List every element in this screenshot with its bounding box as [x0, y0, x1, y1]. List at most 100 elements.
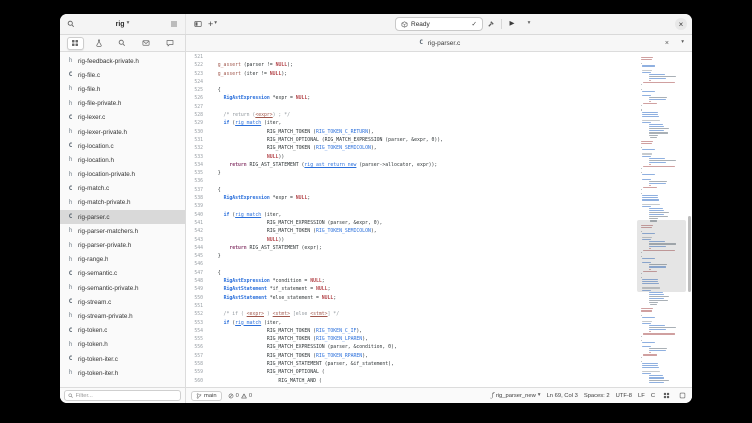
files-panel-button[interactable]: [67, 37, 84, 50]
file-row[interactable]: hrig-file.h: [60, 82, 185, 96]
indent-setting-button[interactable]: Spaces: 2: [584, 393, 610, 399]
file-row[interactable]: hrig-semantic-private.h: [60, 281, 185, 295]
file-row[interactable]: hrig-parser-private.h: [60, 238, 185, 252]
file-type-icon: C: [67, 356, 74, 362]
git-branch-icon: [196, 393, 202, 399]
error-icon: [228, 393, 234, 399]
function-icon: ƒ: [492, 393, 494, 399]
code-area[interactable]: g_assert (parser != NULL); g_assert (ite…: [207, 52, 692, 387]
diagnostics-button[interactable]: 0 0: [228, 393, 252, 399]
file-row[interactable]: hrig-file-private.h: [60, 97, 185, 111]
build-button[interactable]: [484, 17, 498, 31]
branch-name: main: [204, 393, 217, 399]
file-row[interactable]: Crig-token.c: [60, 324, 185, 338]
file-row[interactable]: hrig-lexer-private.h: [60, 125, 185, 139]
line-ending-button[interactable]: LF: [638, 393, 645, 399]
hammer-icon: [487, 20, 495, 28]
file-type-icon: C: [67, 186, 74, 192]
language-button[interactable]: C: [651, 393, 655, 399]
sidebar-switcher: [60, 35, 186, 51]
warning-count: 0: [249, 393, 252, 399]
subbar: C rig-parser.c × ▾: [60, 35, 692, 52]
search-panel-button[interactable]: [114, 37, 131, 50]
file-row[interactable]: Crig-location.c: [60, 139, 185, 153]
file-row[interactable]: Crig-token-iter.c: [60, 352, 185, 366]
file-row[interactable]: Crig-stream.c: [60, 295, 185, 309]
grid-icon: [71, 39, 79, 47]
file-row[interactable]: Crig-semantic.c: [60, 267, 185, 281]
mail-panel-button[interactable]: [138, 37, 155, 50]
divider: [501, 19, 502, 29]
new-tab-button[interactable]: + ▾: [208, 20, 217, 29]
minimap[interactable]: [640, 55, 682, 384]
menu-button[interactable]: [167, 17, 181, 31]
filter-input[interactable]: [76, 393, 178, 399]
file-row[interactable]: Crig-parser.c: [60, 210, 185, 224]
main-header: + ▾ Ready ✓ ▶ ▾: [186, 14, 692, 34]
editor-scrollbar[interactable]: [687, 55, 691, 384]
build-cube-icon: [401, 21, 408, 28]
run-button[interactable]: ▶: [505, 17, 519, 31]
file-row[interactable]: hrig-token-iter.h: [60, 366, 185, 380]
file-name: rig-token.h: [78, 341, 108, 348]
file-name: rig-semantic.c: [78, 270, 117, 277]
file-row[interactable]: Crig-match.c: [60, 182, 185, 196]
global-search-button[interactable]: [64, 17, 78, 31]
file-type-icon: C: [67, 271, 74, 277]
symbol-path-button[interactable]: ƒ rig_parser_new ▾: [492, 393, 541, 399]
tests-panel-button[interactable]: [90, 37, 107, 50]
file-name: rig-location-private.h: [78, 171, 135, 178]
file-row[interactable]: h rig-match-private.h: [60, 196, 185, 210]
tab-options-button[interactable]: ▾: [681, 40, 684, 46]
file-name: rig-token-iter.c: [78, 356, 118, 363]
flask-icon: [95, 39, 103, 47]
file-type-icon: h: [67, 129, 74, 135]
run-controls: ▶ ▾: [484, 17, 536, 31]
minimap-viewport[interactable]: [637, 220, 686, 292]
file-type-icon: h: [67, 257, 74, 263]
line-number-gutter[interactable]: 5215225235245255265275285295305315325335…: [186, 52, 207, 387]
square-icon: [679, 392, 686, 399]
branch-button[interactable]: main: [191, 391, 222, 401]
file-name: rig-parser-private.h: [78, 242, 131, 249]
chat-panel-button[interactable]: [161, 37, 178, 50]
play-icon: ▶: [510, 21, 515, 28]
sidebar-footer: [60, 388, 186, 403]
file-list: hrig-feedback-private.hCrig-file.chrig-f…: [60, 54, 185, 380]
hamburger-icon: [170, 20, 178, 28]
panel-toggle-button[interactable]: [191, 17, 205, 31]
file-type-icon: C: [67, 299, 74, 305]
file-name: rig-file.c: [78, 72, 100, 79]
file-row[interactable]: hrig-parser-matchers.h: [60, 224, 185, 238]
layout-button[interactable]: [661, 391, 671, 401]
tab-rig-parser[interactable]: C rig-parser.c: [418, 40, 461, 47]
tab-label: rig-parser.c: [428, 40, 461, 47]
headerbar: rig ▾ + ▾ Ready ✓: [60, 14, 692, 35]
encoding-button[interactable]: UTF-8: [616, 393, 632, 399]
file-type-icon: h: [67, 101, 74, 107]
project-menu-button[interactable]: rig ▾: [80, 21, 165, 28]
file-row[interactable]: hrig-range.h: [60, 253, 185, 267]
file-row[interactable]: hrig-location-private.h: [60, 168, 185, 182]
scrollbar-thumb[interactable]: [688, 216, 691, 292]
file-row[interactable]: hrig-feedback-private.h: [60, 54, 185, 68]
window-close-button[interactable]: ×: [675, 18, 687, 30]
tab-close-button[interactable]: ×: [665, 40, 669, 47]
file-name: rig-match-private.h: [78, 199, 131, 206]
cursor-position-button[interactable]: Ln 69, Col 3: [547, 393, 578, 399]
file-row[interactable]: Crig-file.c: [60, 68, 185, 82]
file-type-icon: h: [67, 200, 74, 206]
build-status-button[interactable]: Ready ✓: [395, 17, 483, 31]
file-row[interactable]: hrig-location.h: [60, 153, 185, 167]
file-type-icon: h: [67, 342, 74, 348]
file-row[interactable]: Crig-lexer.c: [60, 111, 185, 125]
file-name: rig-location.h: [78, 157, 114, 164]
file-row[interactable]: h rig-token.h: [60, 338, 185, 352]
file-type-icon: C: [67, 143, 74, 149]
file-row[interactable]: hrig-stream-private.h: [60, 309, 185, 323]
run-options-button[interactable]: ▾: [522, 17, 536, 31]
chevron-down-icon: ▾: [214, 21, 217, 27]
bottom-panel-button[interactable]: [677, 391, 687, 401]
builder-window: rig ▾ + ▾ Ready ✓: [60, 14, 692, 403]
file-name: rig-stream.c: [78, 299, 111, 306]
